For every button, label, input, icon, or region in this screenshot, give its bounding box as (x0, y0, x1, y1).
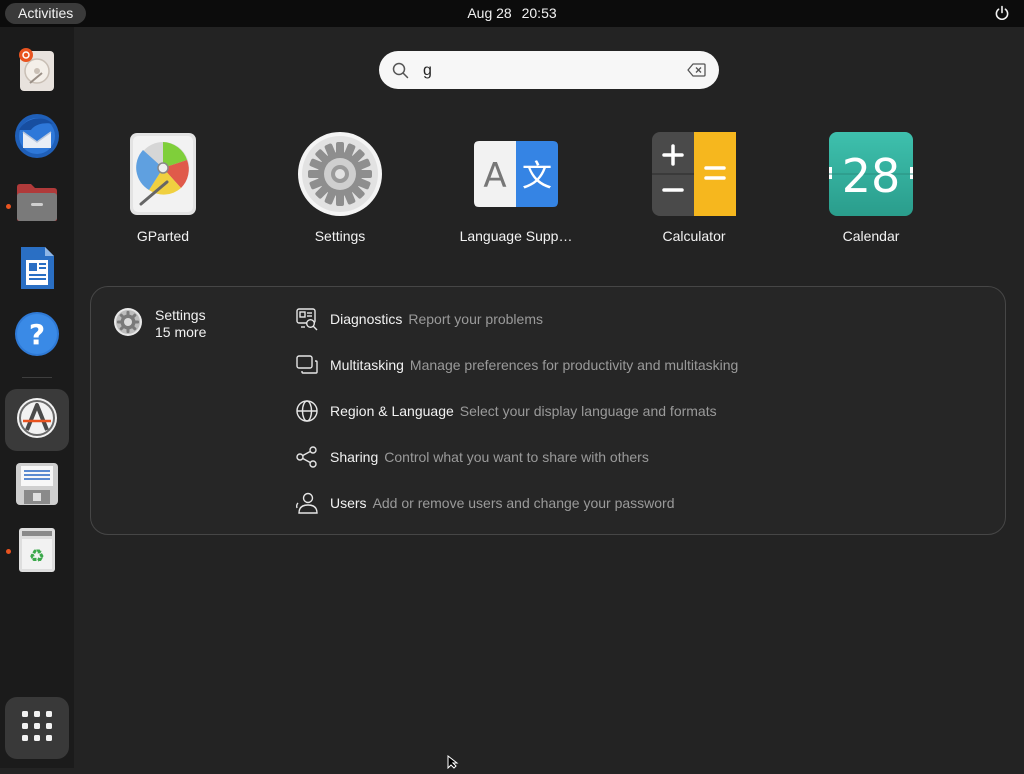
disk-installer-icon (16, 47, 58, 98)
clock[interactable]: Aug 28 20:53 (0, 0, 1024, 27)
users-icon (294, 491, 320, 515)
clock-date: Aug 28 (467, 5, 512, 21)
result-sharing[interactable]: Sharing Control what you want to share w… (294, 445, 649, 469)
provider-settings[interactable]: Settings 15 more (113, 307, 206, 342)
calendar-icon: 28 (827, 130, 915, 218)
result-region-language[interactable]: Region & Language Select your display la… (294, 399, 717, 423)
calculator-icon (650, 130, 738, 218)
result-description: Manage preferences for productivity and … (409, 357, 739, 373)
app-label: GParted (136, 228, 190, 244)
show-apps-button[interactable] (5, 697, 69, 759)
search-icon (392, 62, 409, 79)
dock-item-trash[interactable]: ♻ (5, 521, 69, 583)
app-calculator[interactable]: Calculator (619, 130, 769, 244)
svg-text:?: ? (29, 318, 45, 351)
dock-item-software[interactable] (5, 389, 69, 451)
calendar-day: 28 (842, 149, 901, 203)
app-gparted[interactable]: GParted (88, 130, 238, 244)
diagnostics-icon (294, 307, 320, 331)
provider-more: 15 more (155, 324, 207, 340)
result-name: Diagnostics (330, 311, 403, 327)
app-results: GParted Settings A文 Language Supp… Calcu… (0, 130, 1024, 260)
settings-gear-icon (296, 130, 384, 218)
mouse-cursor-icon (447, 754, 461, 774)
result-description: Report your problems (408, 311, 543, 327)
result-description: Control what you want to share with othe… (384, 449, 649, 465)
result-diagnostics[interactable]: Diagnostics Report your problems (294, 307, 543, 331)
result-name: Multitasking (330, 357, 404, 373)
power-icon[interactable] (994, 5, 1010, 21)
result-name: Sharing (330, 449, 379, 465)
language-support-icon: A文 (472, 130, 560, 218)
app-label: Language Supp… (459, 228, 573, 244)
app-language-support[interactable]: A文 Language Supp… (441, 130, 591, 244)
app-settings[interactable]: Settings (265, 130, 415, 244)
result-users[interactable]: Users Add or remove users and change you… (294, 491, 675, 515)
result-description: Add or remove users and change your pass… (372, 495, 675, 511)
result-multitasking[interactable]: Multitasking Manage preferences for prod… (294, 353, 738, 377)
dock-item-floppy[interactable] (5, 455, 69, 517)
clock-time: 20:53 (521, 5, 557, 21)
dock-item-help[interactable]: ? (5, 305, 69, 367)
result-description: Select your display language and formats (459, 403, 717, 419)
svg-text:文: 文 (522, 159, 552, 194)
svg-text:A: A (483, 156, 506, 196)
result-name: Region & Language (330, 403, 454, 419)
result-name: Users (330, 495, 367, 511)
show-apps-icon (21, 710, 53, 747)
search-input[interactable] (421, 56, 675, 86)
dock-item-installer[interactable] (5, 41, 69, 103)
clear-icon[interactable] (687, 63, 706, 77)
globe-icon (294, 399, 320, 423)
svg-text:♻: ♻ (29, 546, 45, 567)
settings-icon (113, 307, 143, 342)
settings-results-panel: Settings 15 more Diagnostics Report your… (90, 286, 1006, 535)
app-label: Calendar (842, 228, 900, 244)
dock-separator (22, 377, 52, 378)
multitasking-icon (294, 353, 320, 377)
software-icon (15, 396, 59, 445)
help-icon: ? (14, 311, 60, 362)
gparted-icon (119, 130, 207, 218)
app-calendar[interactable]: 28 Calendar (796, 130, 946, 244)
top-bar: Activities Aug 28 20:53 (0, 0, 1024, 27)
app-label: Settings (314, 228, 366, 244)
trash-icon: ♻ (18, 527, 56, 578)
app-label: Calculator (662, 228, 726, 244)
search-bar[interactable] (379, 51, 719, 89)
floppy-icon (15, 462, 59, 511)
share-icon (294, 445, 320, 469)
provider-name: Settings (155, 307, 206, 323)
